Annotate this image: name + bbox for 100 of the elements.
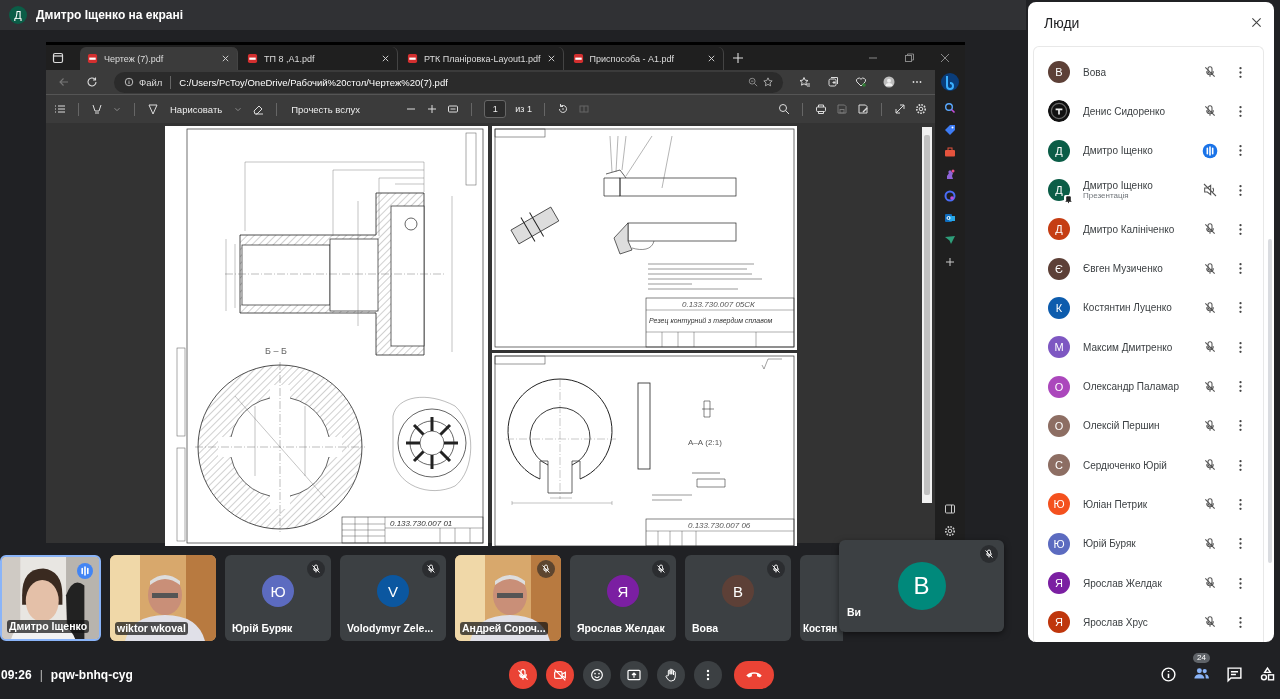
- self-view-tile[interactable]: В Ви: [839, 540, 1004, 632]
- participant-tile[interactable]: Андрей Сороч...: [455, 555, 561, 641]
- close-icon[interactable]: [939, 51, 951, 64]
- search-icon[interactable]: [944, 102, 956, 114]
- tab-actions-icon[interactable]: [52, 51, 64, 64]
- raise-hand-button[interactable]: [657, 660, 685, 689]
- mail-icon[interactable]: [944, 212, 956, 224]
- settings-icon[interactable]: [944, 525, 956, 537]
- mic-off-icon[interactable]: [1202, 260, 1218, 277]
- participant-name: Сердюченко Юрій: [1083, 459, 1168, 471]
- more-icon[interactable]: [1238, 65, 1243, 79]
- hand-icon: [663, 666, 679, 683]
- people-button[interactable]: 24: [1193, 653, 1210, 682]
- copilot-icon[interactable]: [940, 72, 960, 92]
- participant-name: Юрій Буряк: [231, 622, 294, 635]
- section-label: Б – Б: [265, 346, 287, 356]
- zoom-icon[interactable]: [748, 77, 758, 87]
- more-icon[interactable]: [1238, 262, 1243, 276]
- contents-icon[interactable]: [54, 103, 66, 115]
- participant-tile[interactable]: Я Ярослав Желдак: [570, 555, 676, 641]
- mic-off-icon[interactable]: [1202, 417, 1218, 434]
- avatar: Я: [1048, 572, 1070, 595]
- participant-tile[interactable]: wiktor wkoval: [110, 555, 216, 641]
- emoji-button[interactable]: [583, 660, 611, 689]
- pen-icon[interactable]: [147, 103, 159, 115]
- rotate-icon[interactable]: [557, 103, 569, 115]
- swirl-icon[interactable]: [944, 190, 956, 202]
- more-icon[interactable]: [1238, 222, 1243, 236]
- toolbox-icon[interactable]: [944, 146, 956, 158]
- new-tab-icon[interactable]: [731, 51, 744, 64]
- drawing-code: 0.133.730.007 06: [688, 521, 751, 530]
- mic-off-icon[interactable]: [1202, 535, 1218, 552]
- chess-icon[interactable]: [944, 168, 956, 180]
- read-aloud-button[interactable]: Прочесть вслух: [289, 103, 363, 115]
- avatar: Ю: [1048, 532, 1070, 555]
- save-icon[interactable]: [836, 103, 848, 115]
- collections-icon[interactable]: [827, 76, 839, 88]
- microphone-button[interactable]: [509, 660, 537, 689]
- save-as-icon[interactable]: [857, 103, 869, 115]
- more-icon[interactable]: [1238, 419, 1243, 433]
- avatar: В: [1048, 61, 1070, 84]
- detail-drawing: [691, 472, 726, 488]
- scrollbar[interactable]: [1268, 239, 1272, 563]
- mic-off-icon[interactable]: [1202, 378, 1218, 395]
- print-icon[interactable]: [815, 103, 827, 115]
- favorites-icon[interactable]: [799, 76, 811, 88]
- more-icon[interactable]: [1238, 458, 1243, 472]
- participant-name: Олексій Першин: [1083, 420, 1161, 432]
- participant-tile[interactable]: Дмитро Іщенко: [0, 555, 101, 641]
- more-icon[interactable]: [1238, 105, 1243, 118]
- sound-off-icon[interactable]: [1202, 182, 1218, 199]
- highlighter-icon[interactable]: [91, 103, 103, 115]
- mic-off-icon[interactable]: [1202, 299, 1218, 316]
- avatar: Д: [9, 6, 27, 24]
- browser-tab[interactable]: Чертеж (7).pdf: [80, 47, 238, 70]
- camera-button[interactable]: [546, 660, 574, 689]
- star-icon[interactable]: [763, 77, 773, 87]
- participant-tile[interactable]: V Volodymyr Zele...: [340, 555, 446, 641]
- tag-icon[interactable]: [944, 124, 956, 136]
- more-icon[interactable]: [1238, 301, 1243, 315]
- more-icon[interactable]: [1238, 615, 1243, 629]
- settings-icon[interactable]: [915, 103, 927, 115]
- draw-button[interactable]: Нарисовать: [168, 103, 225, 115]
- present-button[interactable]: [620, 660, 648, 689]
- refresh-icon[interactable]: [86, 76, 98, 88]
- participant-tile[interactable]: Костян: [800, 555, 843, 641]
- sidebar-icon[interactable]: [944, 503, 956, 515]
- more-icon[interactable]: [1238, 380, 1243, 394]
- zoom-in-icon[interactable]: [426, 103, 439, 115]
- more-icon[interactable]: [1238, 537, 1243, 551]
- add-icon[interactable]: [944, 256, 956, 268]
- close-icon[interactable]: [1251, 17, 1262, 29]
- url-field[interactable]: C:/Users/PcToy/OneDrive/Рабочий%20стол/Чертеж%20(7).pdf: [179, 76, 448, 88]
- participant-tile[interactable]: В Вова: [685, 555, 791, 641]
- search-icon[interactable]: [778, 103, 790, 115]
- more-icon[interactable]: [1238, 183, 1243, 197]
- scrollbar[interactable]: [922, 127, 932, 503]
- profile-icon[interactable]: [883, 76, 895, 88]
- participant-tile[interactable]: Ю Юрій Буряк: [225, 555, 331, 641]
- chat-icon[interactable]: [1226, 666, 1243, 683]
- back-icon[interactable]: [58, 76, 70, 88]
- heart-icon[interactable]: [855, 76, 867, 88]
- more-icon[interactable]: [1238, 576, 1243, 590]
- page-number-field[interactable]: 1: [484, 100, 507, 118]
- info-icon[interactable]: [124, 77, 134, 87]
- fit-page-icon[interactable]: [447, 103, 460, 115]
- leave-call-button[interactable]: [734, 660, 774, 689]
- more-icon[interactable]: [1238, 144, 1243, 158]
- pdf-file-icon: [247, 53, 258, 64]
- participant-name: Ви: [847, 606, 862, 618]
- page-count: из 1: [515, 104, 532, 114]
- send-icon[interactable]: [944, 234, 956, 246]
- more-icon[interactable]: [1238, 497, 1243, 511]
- more-icon[interactable]: [1238, 340, 1243, 354]
- activities-icon[interactable]: [1259, 666, 1276, 683]
- eraser-icon[interactable]: [252, 103, 265, 115]
- restore-icon[interactable]: [903, 51, 915, 64]
- fullscreen-icon[interactable]: [894, 103, 906, 115]
- site-label[interactable]: Файл: [139, 76, 163, 88]
- pdf-file-icon: [87, 53, 98, 64]
